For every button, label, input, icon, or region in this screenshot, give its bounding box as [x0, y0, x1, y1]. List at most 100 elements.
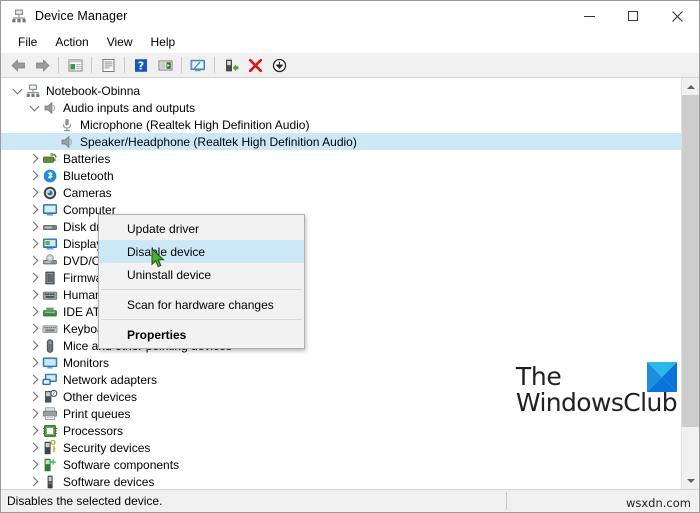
context-menu[interactable]: Update driver Disable device Uninstall dev…: [98, 214, 305, 349]
back-arrow-icon[interactable]: [6, 54, 30, 76]
expander-expand-icon[interactable]: [26, 389, 42, 405]
expander-expand-icon[interactable]: [26, 287, 42, 303]
software-component-icon: [42, 457, 58, 473]
maximize-button[interactable]: [611, 1, 655, 31]
menu-help[interactable]: Help: [142, 33, 185, 51]
context-menu-item-label: Disable device: [127, 244, 206, 259]
speaker-icon: [42, 100, 58, 116]
expander-expand-icon[interactable]: [26, 372, 42, 388]
toolbar-separator: [91, 57, 92, 73]
disable-device-icon[interactable]: [267, 54, 291, 76]
vertical-scrollbar[interactable]: [681, 78, 699, 489]
software-device-icon: [42, 474, 58, 490]
help-icon[interactable]: ?: [129, 54, 153, 76]
display-adapter-icon: [42, 236, 58, 252]
context-menu-item[interactable]: Disable device: [99, 240, 304, 263]
tree-row-label: Other devices: [63, 389, 138, 404]
tree-row[interactable]: Software devices: [1, 473, 681, 489]
toolbar-separator: [181, 57, 182, 73]
tree-row[interactable]: Security devices: [1, 439, 681, 456]
expander-expand-icon[interactable]: [26, 219, 42, 235]
expander-expand-icon[interactable]: [26, 236, 42, 252]
tree-row-label: Network adapters: [63, 372, 158, 387]
forward-arrow-icon[interactable]: [30, 54, 54, 76]
toolbar-separator: [58, 57, 59, 73]
tree-row[interactable]: Software components: [1, 456, 681, 473]
toolbar-separator: [124, 57, 125, 73]
context-menu-item[interactable]: Scan for hardware changes: [99, 293, 304, 316]
show-hide-console-tree-icon[interactable]: [63, 54, 87, 76]
expander-expand-icon[interactable]: [26, 423, 42, 439]
tree-row[interactable]: Audio inputs and outputs: [1, 99, 681, 116]
expander-expand-icon[interactable]: [26, 406, 42, 422]
tree-row-label: Security devices: [63, 440, 151, 455]
tree-row-selected[interactable]: Speaker/Headphone (Realtek High Definiti…: [1, 133, 681, 150]
menu-action[interactable]: Action: [46, 33, 97, 51]
svg-text:?: ?: [138, 59, 144, 72]
expander-expand-icon[interactable]: [26, 474, 42, 490]
processor-icon: [42, 423, 58, 439]
tree-row-label: Processors: [63, 423, 124, 438]
security-device-icon: [42, 439, 58, 456]
expander-expand-icon[interactable]: [26, 270, 42, 286]
tree-row-label: Cameras: [63, 185, 112, 200]
tree-row[interactable]: Notebook-Obinna: [1, 82, 681, 99]
mouse-icon: [42, 338, 58, 354]
expander-collapse-icon[interactable]: [26, 100, 42, 116]
scroll-up-button[interactable]: [682, 78, 699, 95]
close-button[interactable]: [655, 1, 699, 31]
expander-expand-icon[interactable]: [26, 253, 42, 269]
expander-expand-icon[interactable]: [26, 151, 42, 167]
scan-hardware-changes-icon[interactable]: [186, 54, 210, 76]
context-menu-item[interactable]: Update driver: [99, 217, 304, 240]
tree-row[interactable]: Processors: [1, 422, 681, 439]
network-adapter-icon: [42, 372, 58, 388]
context-menu-item[interactable]: Uninstall device: [99, 263, 304, 286]
enable-device-icon[interactable]: [219, 54, 243, 76]
tree-row[interactable]: Bluetooth: [1, 167, 681, 184]
windowsclub-logo-icon: [647, 362, 677, 392]
monitor-icon: [42, 355, 58, 371]
expander-expand-icon[interactable]: [26, 440, 42, 456]
computer-icon: [42, 202, 58, 218]
update-driver-icon[interactable]: [153, 54, 177, 76]
scroll-down-button[interactable]: [682, 472, 699, 489]
window-controls: [567, 1, 699, 31]
tree-row-label: Microphone (Realtek High Definition Audi…: [80, 117, 310, 132]
ide-controller-icon: [42, 304, 58, 320]
scrollbar-thumb[interactable]: [682, 95, 699, 427]
context-menu-separator: [101, 319, 302, 320]
context-menu-item-label: Uninstall device: [127, 267, 212, 282]
dvd-drive-icon: [42, 253, 58, 269]
tree-row[interactable]: Microphone (Realtek High Definition Audi…: [1, 116, 681, 133]
expander-expand-icon[interactable]: [26, 321, 42, 337]
tree-row-label: Software components: [63, 457, 180, 472]
tree-row-label: Print queues: [63, 406, 131, 421]
menu-view[interactable]: View: [98, 33, 142, 51]
device-manager-window: Device Manager File Action View Help ? N…: [0, 0, 700, 513]
properties-icon[interactable]: [96, 54, 120, 76]
context-menu-item[interactable]: Properties: [99, 323, 304, 346]
camera-icon: [42, 185, 58, 201]
context-menu-separator: [101, 289, 302, 290]
firmware-icon: [42, 270, 58, 286]
window-title: Device Manager: [35, 9, 128, 23]
expander-expand-icon[interactable]: [26, 355, 42, 371]
menu-file[interactable]: File: [9, 33, 46, 51]
printer-icon: [42, 406, 58, 422]
scrollbar-track[interactable]: [682, 95, 699, 472]
expander-expand-icon[interactable]: [26, 185, 42, 201]
expander-expand-icon[interactable]: [26, 304, 42, 320]
tree-row[interactable]: Cameras: [1, 184, 681, 201]
expander-collapse-icon[interactable]: [9, 83, 25, 99]
expander-expand-icon[interactable]: [26, 202, 42, 218]
minimize-button[interactable]: [567, 1, 611, 31]
expander-expand-icon[interactable]: [26, 168, 42, 184]
tree-row-label: Batteries: [63, 151, 111, 166]
expander-expand-icon[interactable]: [26, 338, 42, 354]
tree-row[interactable]: Batteries: [1, 150, 681, 167]
status-bar: Disables the selected device.: [1, 490, 699, 512]
uninstall-device-icon[interactable]: [243, 54, 267, 76]
other-device-icon: ?: [42, 389, 58, 405]
expander-expand-icon[interactable]: [26, 457, 42, 473]
